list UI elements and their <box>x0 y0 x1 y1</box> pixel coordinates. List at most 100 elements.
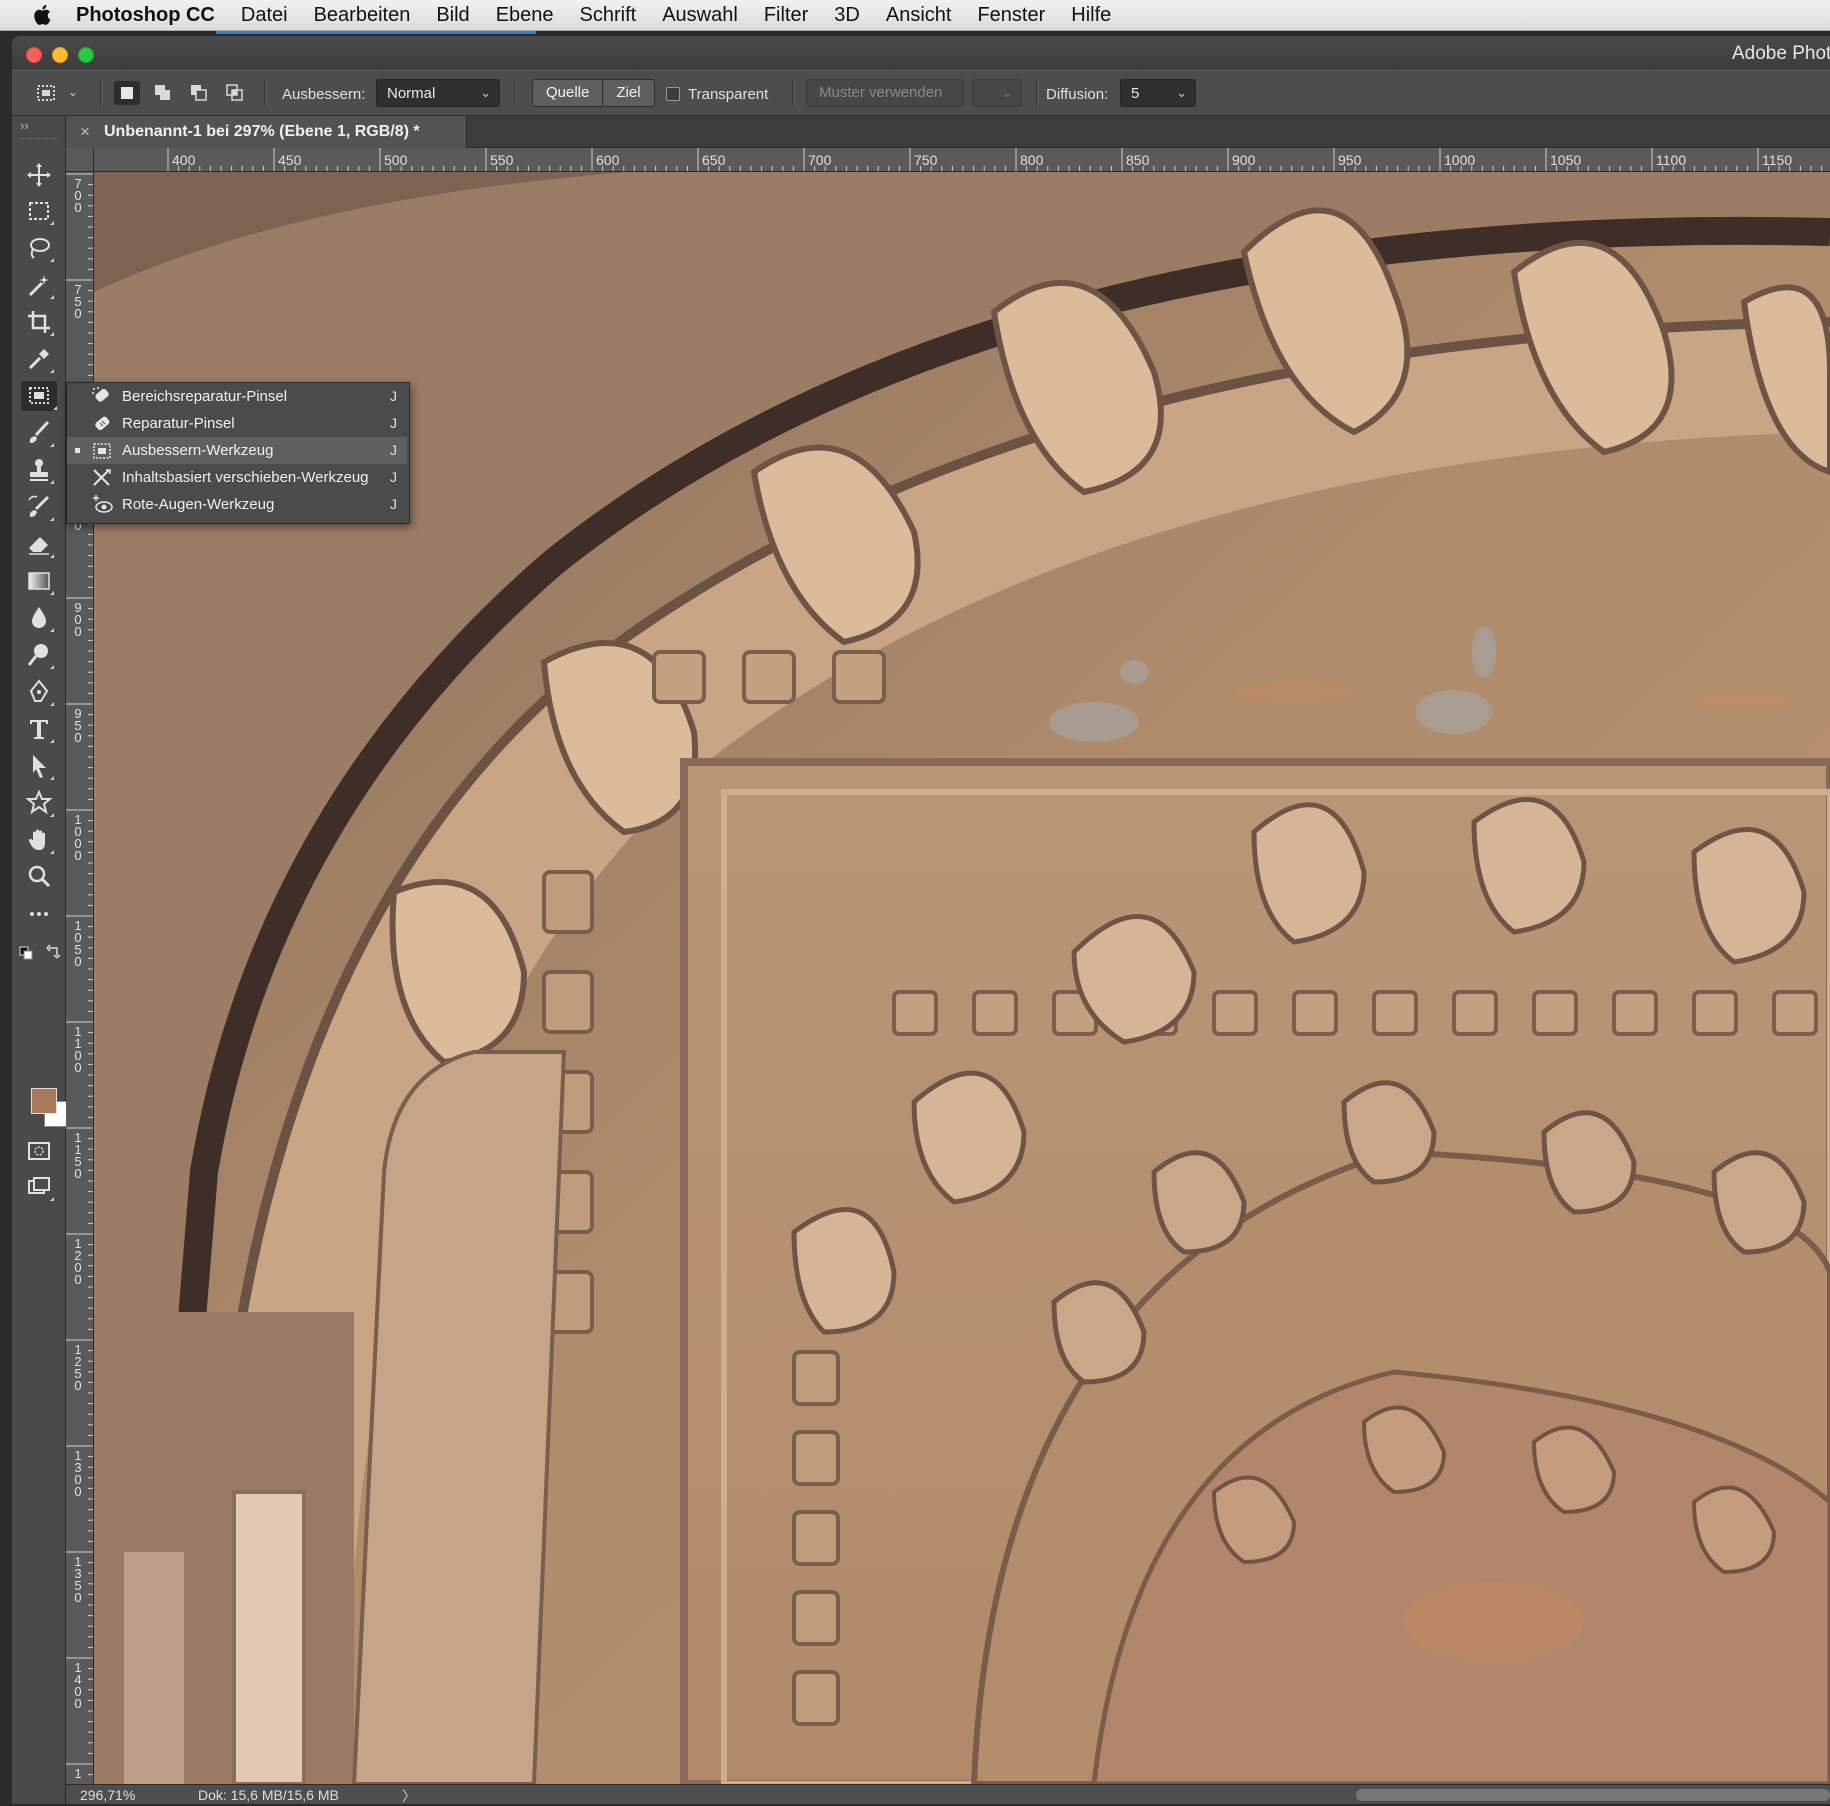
flyout-item-spot-healing-brush[interactable]: Bereichsreparatur-Pinsel J <box>67 383 407 410</box>
ruler-label: 1150 <box>74 1130 82 1181</box>
minimize-window-button[interactable] <box>52 47 68 63</box>
ruler-label: 950 <box>1338 152 1362 168</box>
apple-icon[interactable] <box>28 2 58 28</box>
clone-stamp-tool[interactable] <box>24 455 54 485</box>
marquee-tool[interactable] <box>24 196 54 226</box>
flyout-label: Inhaltsbasiert verschieben-Werkzeug <box>122 469 369 486</box>
ruler-label: 500 <box>384 152 408 168</box>
flyout-item-patch-tool[interactable]: Ausbessern-Werkzeug J <box>67 437 407 464</box>
menu-3d[interactable]: 3D <box>834 4 860 27</box>
zoom-tool[interactable] <box>24 862 54 892</box>
move-tool[interactable] <box>24 160 54 190</box>
zoom-level[interactable]: 296,71% <box>80 1787 135 1803</box>
dodge-tool[interactable] <box>24 640 54 670</box>
ruler-label: 1300 <box>74 1448 82 1499</box>
ruler-label: 1000 <box>74 812 82 863</box>
flyout-label: Rote-Augen-Werkzeug <box>122 496 275 513</box>
path-selection-tool[interactable] <box>24 751 54 781</box>
menu-datei[interactable]: Datei <box>241 4 288 27</box>
brush-tool[interactable] <box>24 418 54 448</box>
ruler-label: 400 <box>172 152 196 168</box>
tools-panel: ›› <box>12 116 70 1804</box>
status-bar: 296,71% Dok: 15,6 MB/15,6 MB 〉 <box>66 1784 1830 1804</box>
flyout-item-content-aware-move[interactable]: Inhaltsbasiert verschieben-Werkzeug J <box>67 464 407 491</box>
eyedropper-tool[interactable] <box>24 344 54 374</box>
ruler-label: 750 <box>914 152 938 168</box>
type-tool[interactable] <box>24 714 54 744</box>
crop-tool[interactable] <box>24 307 54 337</box>
flyout-label: Bereichsreparatur-Pinsel <box>122 388 288 405</box>
subtract-selection-button[interactable] <box>186 81 212 105</box>
edit-toolbar-button[interactable] <box>24 899 54 929</box>
ruler-label: 650 <box>702 152 726 168</box>
pattern-picker[interactable]: ⌄ <box>972 79 1022 107</box>
menu-fenster[interactable]: Fenster <box>977 4 1045 27</box>
transparent-checkbox[interactable] <box>666 87 680 101</box>
quick-mask-button[interactable] <box>24 1136 54 1166</box>
zoom-window-button[interactable] <box>78 47 94 63</box>
muster-verwenden-button[interactable]: Muster verwenden <box>806 79 964 107</box>
diffusion-dropdown[interactable]: 5 ⌄ <box>1120 79 1196 107</box>
ziel-button[interactable]: Ziel <box>602 80 653 106</box>
chevron-down-icon: ⌄ <box>1002 85 1013 100</box>
blur-tool[interactable] <box>24 603 54 633</box>
ruler-label: 1 <box>74 1766 82 1781</box>
gradient-tool[interactable] <box>24 566 54 596</box>
menu-schrift[interactable]: Schrift <box>580 4 637 27</box>
history-brush-tool[interactable] <box>24 492 54 522</box>
patch-mode-value: Normal <box>387 85 436 102</box>
intersect-selection-button[interactable] <box>222 81 248 105</box>
screen-mode-button[interactable] <box>24 1172 54 1202</box>
ausbessern-label: Ausbessern: <box>282 86 366 103</box>
menu-bild[interactable]: Bild <box>436 4 469 27</box>
default-colors-icon[interactable] <box>19 946 33 960</box>
add-selection-icon <box>155 85 170 100</box>
menu-ebene[interactable]: Ebene <box>496 4 554 27</box>
source-target-toggle: Quelle Ziel <box>532 79 655 107</box>
selected-bullet-icon <box>75 448 80 453</box>
ruler-label: 900 <box>1232 152 1256 168</box>
ruler-label: 800 <box>1020 152 1044 168</box>
ruler-label: 1400 <box>74 1660 82 1711</box>
close-window-button[interactable] <box>26 47 42 63</box>
horizontal-scrollbar[interactable] <box>1356 1789 1830 1801</box>
pen-tool[interactable] <box>24 677 54 707</box>
hand-tool[interactable] <box>24 825 54 855</box>
tool-preset-picker[interactable]: ⌄ <box>32 80 82 108</box>
healing-tools-flyout: Bereichsreparatur-Pinsel J Reparatur-Pin… <box>66 382 410 524</box>
ruler-label: 700 <box>74 176 82 215</box>
menu-bearbeiten[interactable]: Bearbeiten <box>314 4 411 27</box>
menu-ansicht[interactable]: Ansicht <box>886 4 952 27</box>
flyout-item-red-eye[interactable]: Rote-Augen-Werkzeug J <box>67 491 407 518</box>
quick-selection-tool[interactable] <box>24 270 54 300</box>
new-selection-button[interactable] <box>114 81 140 105</box>
eraser-tool[interactable] <box>24 529 54 559</box>
swap-colors-icon[interactable] <box>46 944 62 960</box>
lasso-tool[interactable] <box>24 233 54 263</box>
horizontal-ruler[interactable]: 400 450 500 550 600 650 700 750 800 850 … <box>94 148 1830 172</box>
ruler-label: 600 <box>596 152 620 168</box>
collapse-panel-icon[interactable]: ›› <box>20 118 29 133</box>
flyout-shortcut: J <box>390 388 397 404</box>
menubar: Photoshop CC Datei Bearbeiten Bild Ebene… <box>0 0 1830 34</box>
ruler-label: 1050 <box>1550 152 1582 168</box>
foreground-color-swatch[interactable] <box>31 1088 57 1114</box>
add-selection-button[interactable] <box>150 81 176 105</box>
status-menu-arrow[interactable]: 〉 <box>402 1786 416 1806</box>
quelle-button[interactable]: Quelle <box>533 80 602 106</box>
ruler-label: 1100 <box>74 1024 82 1075</box>
menu-filter[interactable]: Filter <box>764 4 808 27</box>
custom-shape-tool[interactable] <box>24 788 54 818</box>
ruler-label: 950 <box>74 706 82 745</box>
chevron-down-icon: ⌄ <box>68 85 79 99</box>
patch-tool[interactable] <box>21 381 57 411</box>
menu-hilfe[interactable]: Hilfe <box>1071 4 1111 27</box>
close-icon[interactable]: × <box>80 122 90 142</box>
ruler-origin[interactable] <box>66 148 94 172</box>
subtract-selection-icon <box>191 85 207 101</box>
app-name-menu[interactable]: Photoshop CC <box>76 4 215 27</box>
document-tab[interactable]: × Unbenannt-1 bei 297% (Ebene 1, RGB/8) … <box>66 116 467 148</box>
patch-mode-dropdown[interactable]: Normal ⌄ <box>376 79 500 107</box>
menu-auswahl[interactable]: Auswahl <box>662 4 738 27</box>
flyout-item-healing-brush[interactable]: Reparatur-Pinsel J <box>67 410 407 437</box>
